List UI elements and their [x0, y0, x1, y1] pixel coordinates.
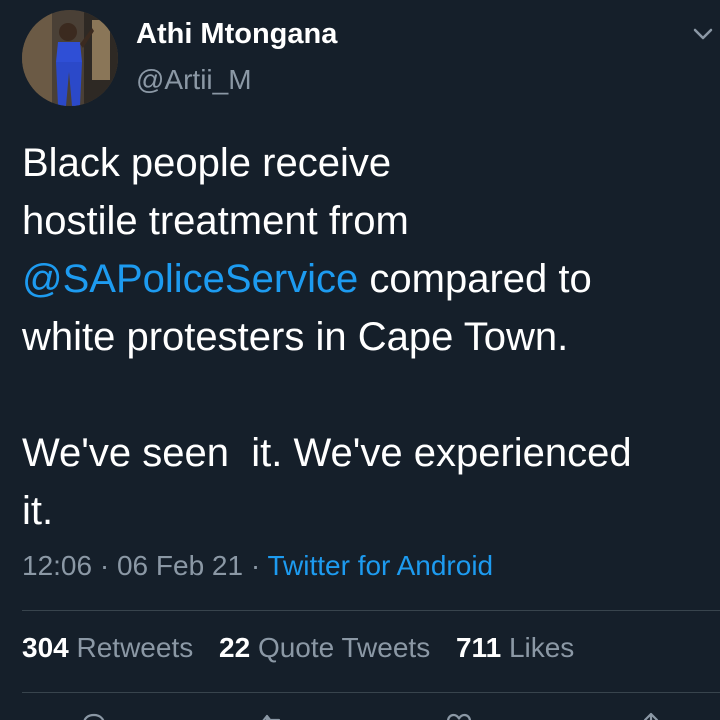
- tweet-time: 12:06: [22, 550, 93, 581]
- likes-label: Likes: [508, 632, 575, 663]
- reply-icon[interactable]: [78, 710, 108, 720]
- tweet-text-line: @SAPoliceService compared to: [22, 250, 712, 308]
- tweet-stats: 304 Retweets 22 Quote Tweets 711 Likes: [22, 632, 592, 664]
- tweet-meta: 12:06 · 06 Feb 21 · Twitter for Android: [22, 550, 493, 582]
- retweets-label: Retweets: [76, 632, 194, 663]
- quote-tweets-stat[interactable]: 22 Quote Tweets: [219, 632, 430, 663]
- tweet-text-line: Black people receive: [22, 141, 392, 185]
- avatar-image: [22, 10, 118, 106]
- avatar[interactable]: [22, 10, 118, 106]
- share-icon[interactable]: [636, 710, 666, 720]
- user-handle[interactable]: @Artii_M: [136, 64, 252, 96]
- tweet-date: 06 Feb 21: [116, 550, 244, 581]
- tweet-text-fragment: compared to: [358, 257, 592, 301]
- meta-separator: ·: [92, 550, 117, 581]
- tweet-source-link[interactable]: Twitter for Android: [267, 550, 493, 581]
- divider: [22, 692, 720, 693]
- action-bar: [0, 700, 720, 720]
- divider: [22, 610, 720, 611]
- retweet-icon[interactable]: [258, 710, 288, 720]
- tweet-text-line: it.: [22, 489, 54, 533]
- tweet-card: Athi Mtongana @Artii_M Black people rece…: [0, 0, 720, 720]
- likes-stat[interactable]: 711 Likes: [456, 632, 574, 663]
- likes-count: 711: [455, 632, 502, 663]
- retweets-stat[interactable]: 304 Retweets: [22, 632, 193, 663]
- tweet-text-line: white protesters in Cape Town.: [22, 315, 569, 359]
- display-name[interactable]: Athi Mtongana: [136, 18, 337, 51]
- tweet-text: Black people receive hostile treatment f…: [22, 134, 712, 540]
- quote-tweets-count: 22: [219, 632, 251, 663]
- meta-separator: ·: [243, 550, 268, 581]
- tweet-text-line: hostile treatment from: [22, 199, 409, 243]
- retweets-count: 304: [22, 632, 69, 663]
- chevron-down-icon[interactable]: [692, 26, 714, 42]
- mention-link[interactable]: @SAPoliceService: [22, 257, 358, 301]
- quote-tweets-label: Quote Tweets: [257, 632, 431, 663]
- tweet-text-line: We've seen it. We've experienced: [22, 431, 632, 475]
- heart-icon[interactable]: [444, 710, 474, 720]
